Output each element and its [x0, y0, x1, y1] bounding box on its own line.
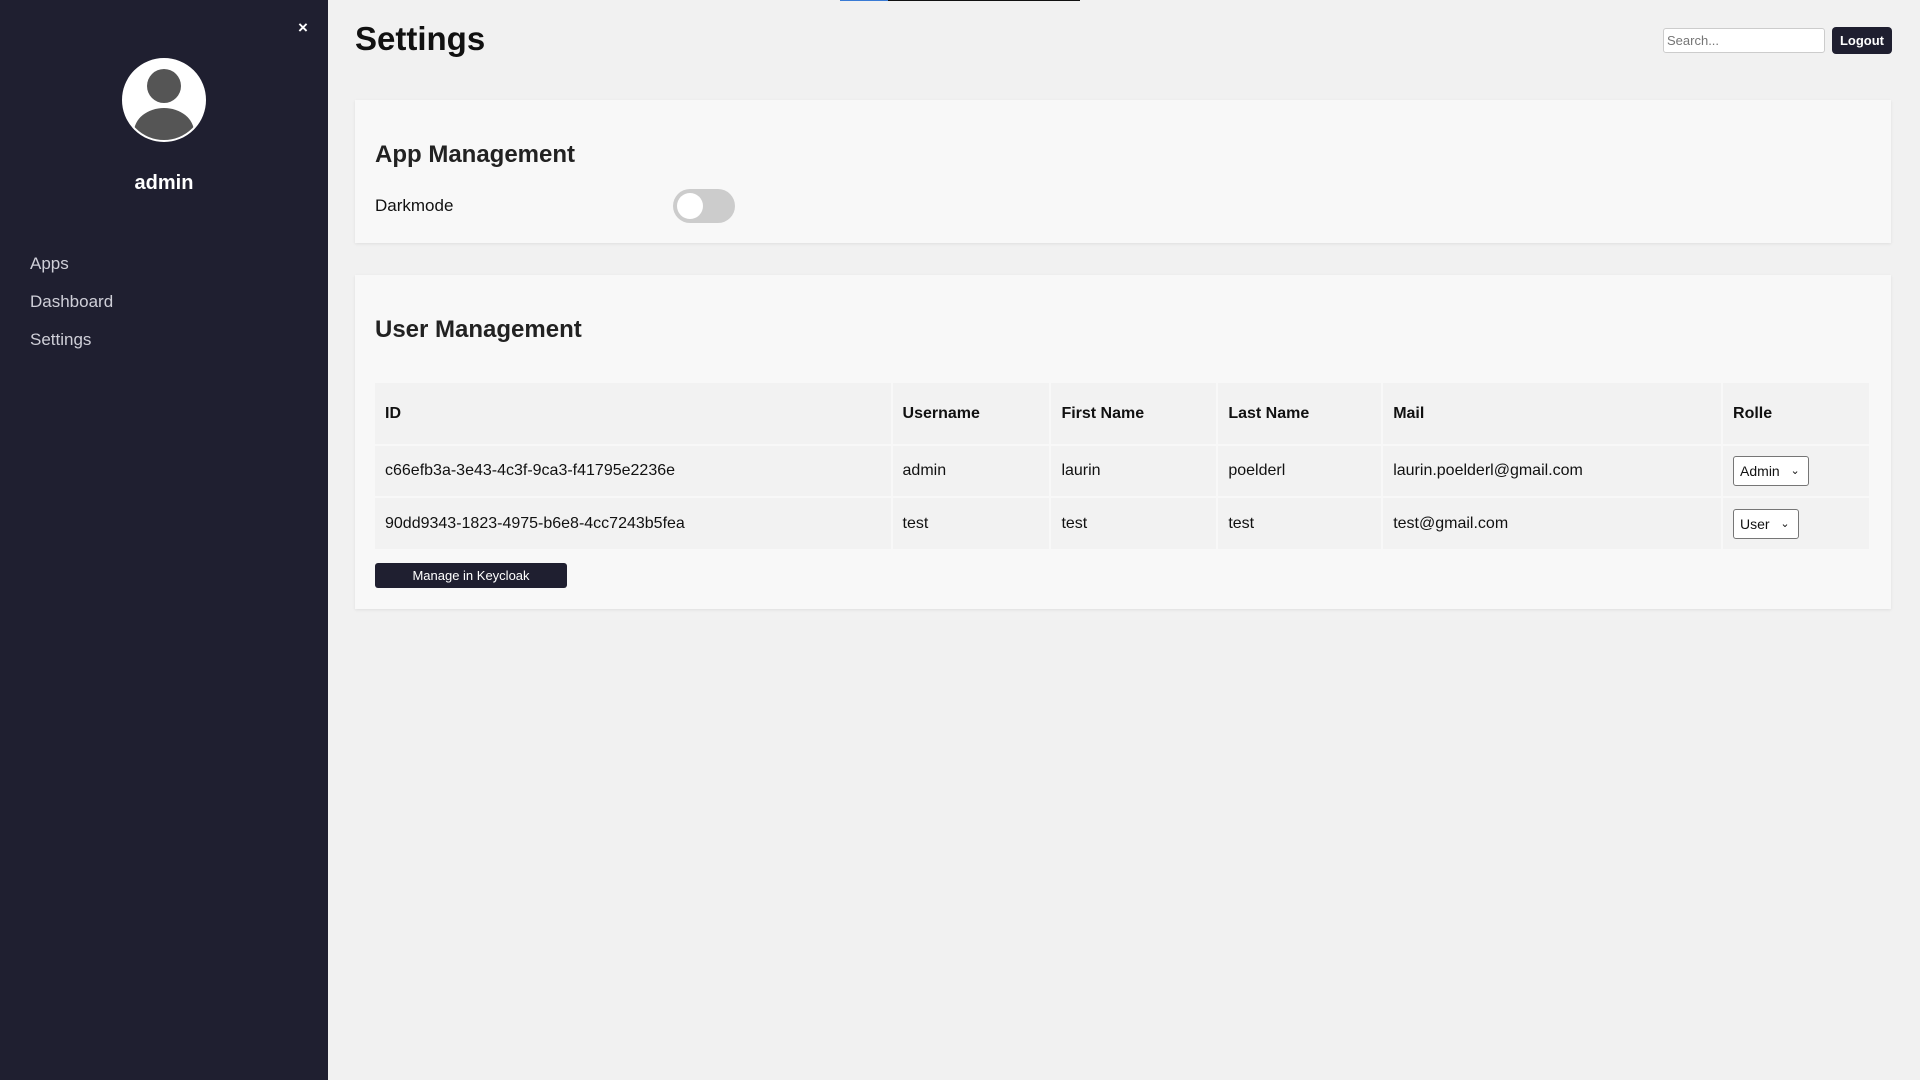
table-header-row: ID Username First Name Last Name Mail Ro… [375, 383, 1871, 445]
darkmode-toggle[interactable] [673, 189, 735, 223]
role-select[interactable]: Admin ⌄ [1733, 456, 1809, 486]
sidebar-username: admin [134, 172, 194, 194]
app-management-card: App Management Darkmode [355, 100, 1891, 243]
column-header-last-name: Last Name [1217, 383, 1384, 445]
cell-last-name: poelderl [1217, 444, 1384, 497]
table-row: c66efb3a-3e43-4c3f-9ca3-f41795e2236e adm… [375, 444, 1871, 497]
user-management-title: User Management [375, 316, 582, 343]
cell-first-name: laurin [1050, 444, 1219, 497]
user-management-card: User Management ID Username First Name L… [355, 275, 1891, 609]
close-sidebar-button[interactable]: × [292, 17, 314, 39]
column-header-first-name: First Name [1050, 383, 1219, 445]
sidebar: × admin Apps Dashboard Settings [0, 0, 328, 1080]
cell-first-name: test [1050, 496, 1219, 549]
top-progress-line [840, 0, 1080, 1]
user-avatar-icon [124, 60, 204, 140]
toggle-knob [677, 193, 703, 219]
role-select[interactable]: User ⌄ [1733, 508, 1799, 539]
sidebar-item-dashboard[interactable]: Dashboard [30, 288, 113, 326]
cell-mail: test@gmail.com [1382, 496, 1724, 549]
role-select-value: Admin [1740, 463, 1780, 479]
cell-mail: laurin.poelderl@gmail.com [1382, 444, 1724, 497]
cell-role: User ⌄ [1722, 496, 1871, 549]
cell-role: Admin ⌄ [1722, 444, 1871, 497]
page-title: Settings [355, 20, 486, 57]
users-table: ID Username First Name Last Name Mail Ro… [375, 383, 1871, 549]
sidebar-item-apps[interactable]: Apps [30, 250, 113, 288]
column-header-username: Username [891, 383, 1052, 445]
cell-username: test [891, 496, 1052, 549]
darkmode-label: Darkmode [375, 196, 454, 215]
avatar [122, 58, 206, 142]
manage-in-keycloak-button[interactable]: Manage in Keycloak [375, 563, 567, 588]
app-management-title: App Management [375, 141, 576, 168]
table-row: 90dd9343-1823-4975-b6e8-4cc7243b5fea tes… [375, 496, 1871, 549]
column-header-mail: Mail [1382, 383, 1724, 445]
sidebar-nav: Apps Dashboard Settings [30, 250, 113, 364]
cell-last-name: test [1217, 496, 1384, 549]
logout-button[interactable]: Logout [1832, 27, 1892, 54]
cell-id: c66efb3a-3e43-4c3f-9ca3-f41795e2236e [375, 444, 893, 497]
column-header-id: ID [375, 383, 893, 445]
sidebar-item-settings[interactable]: Settings [30, 326, 113, 364]
chevron-down-icon: ⌄ [1780, 517, 1790, 530]
search-input[interactable] [1663, 28, 1825, 53]
role-select-value: User [1740, 515, 1770, 532]
column-header-role: Rolle [1722, 383, 1871, 445]
chevron-down-icon: ⌄ [1790, 465, 1800, 477]
cell-id: 90dd9343-1823-4975-b6e8-4cc7243b5fea [375, 496, 893, 549]
cell-username: admin [891, 444, 1052, 497]
